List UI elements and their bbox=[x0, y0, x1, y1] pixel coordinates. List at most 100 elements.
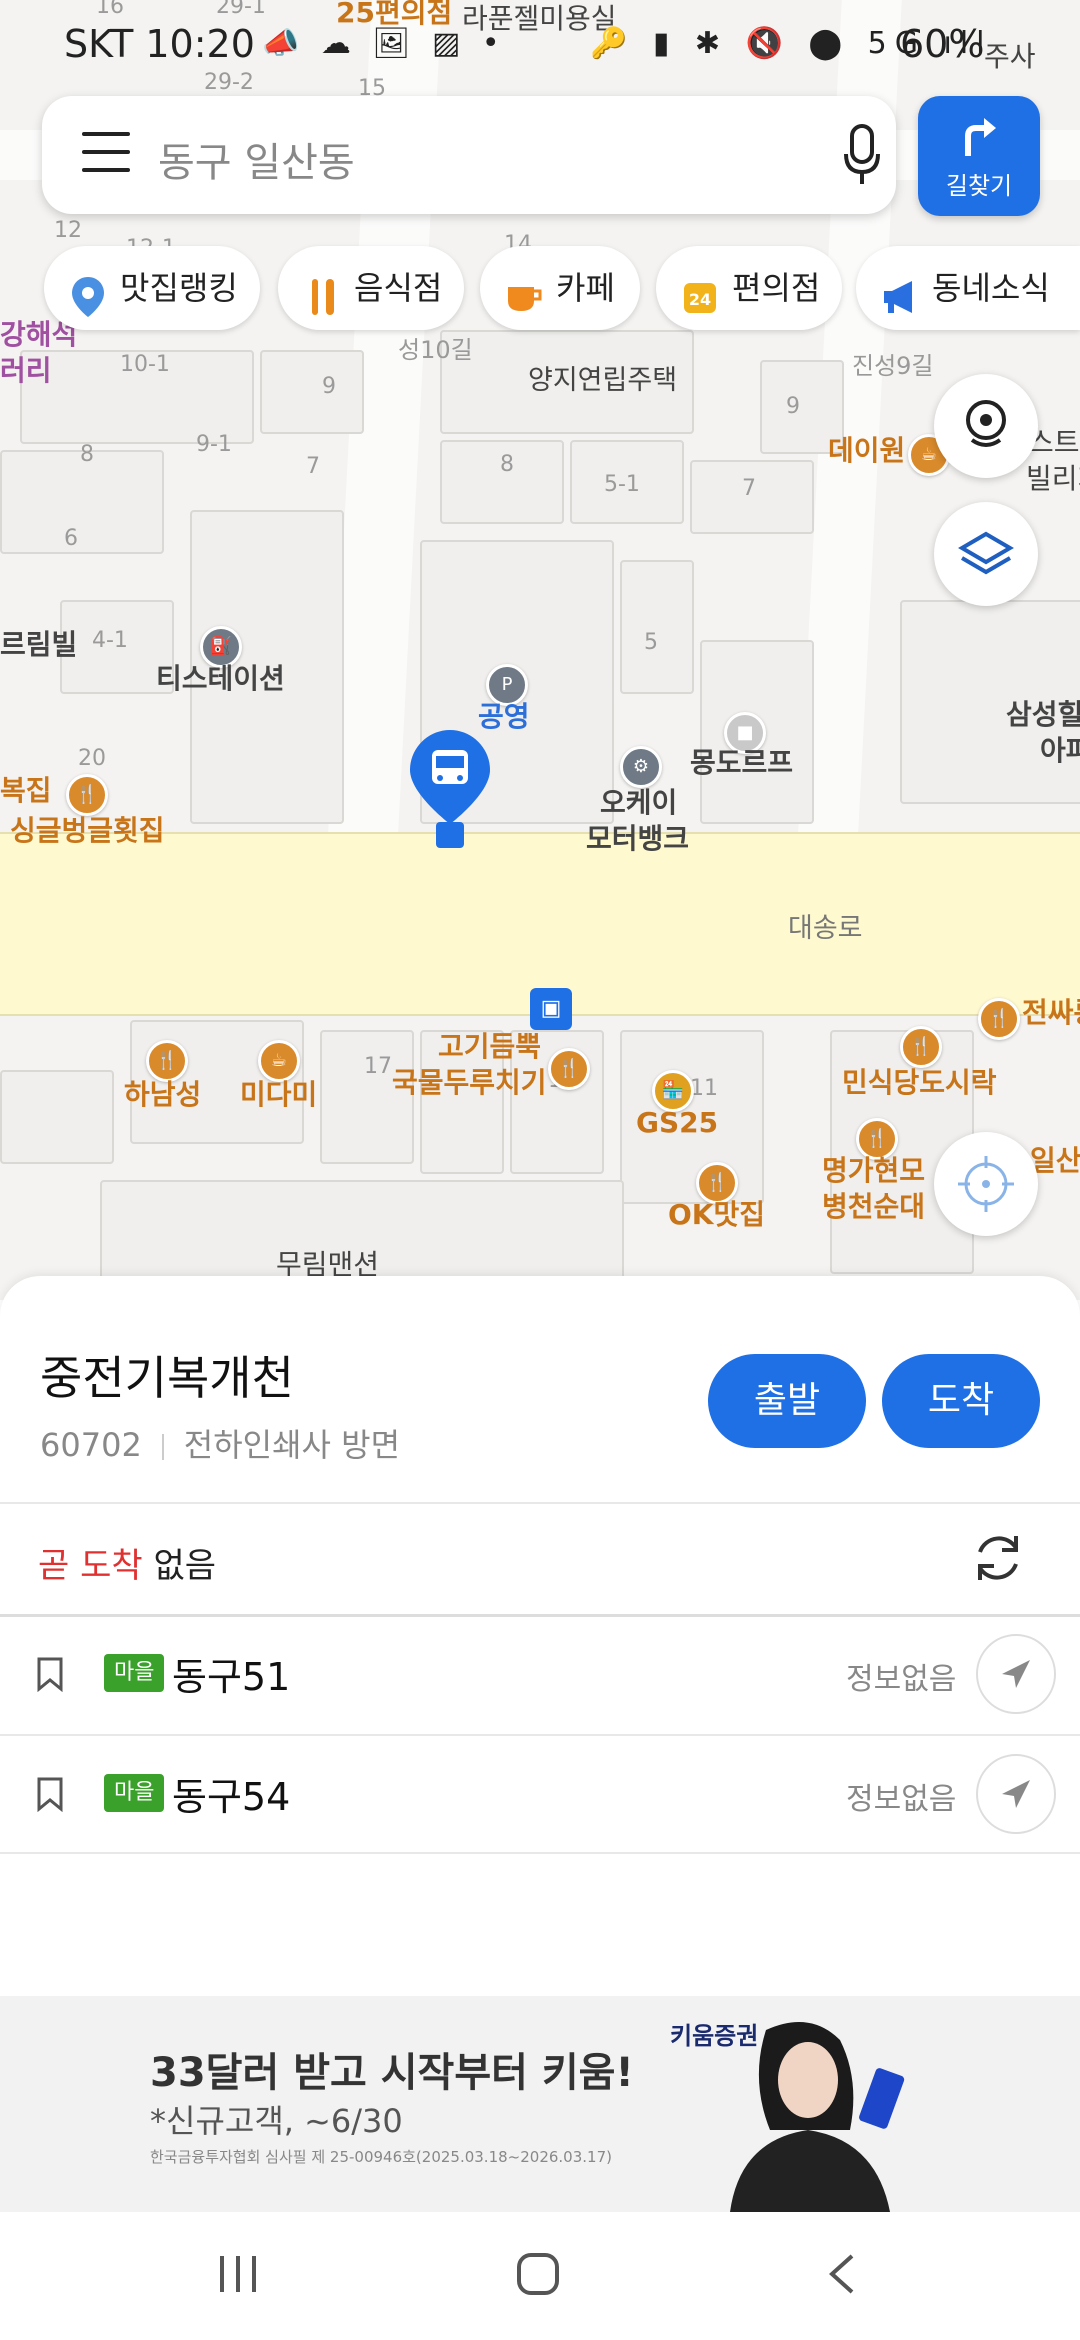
bookmark-icon[interactable] bbox=[36, 1776, 64, 1813]
arriving-soon-label: 곧 도착 bbox=[38, 1546, 143, 1586]
map-number: 7 bbox=[742, 476, 756, 501]
ad-banner[interactable]: 33달러 받고 시작부터 키움! *신규고객, ~6/30 한국금융투자협회 심… bbox=[0, 1996, 1080, 2212]
location-star-icon bbox=[68, 266, 108, 317]
ad-person-image bbox=[670, 2010, 930, 2212]
menu-icon[interactable] bbox=[82, 132, 130, 176]
svg-text:24: 24 bbox=[689, 290, 711, 309]
map-label-gs25: GS25 bbox=[636, 1106, 719, 1139]
route-name: 동구54 bbox=[172, 1775, 291, 1819]
megaphone-icon bbox=[880, 266, 920, 313]
chip-label: 맛집랭킹 bbox=[120, 269, 238, 307]
map-number: 12 bbox=[54, 218, 82, 243]
system-nav-bar bbox=[0, 2212, 1080, 2340]
selected-bus-stop-pin[interactable] bbox=[408, 728, 492, 848]
bus-stop-sheet: 중전기복개천 60702 전하인쇄사 방면 출발 도착 곧 도착 없음 마을 동구… bbox=[0, 1276, 1080, 1996]
map-label-midami: 미다미 bbox=[240, 1078, 318, 1111]
ad-fine-print: 한국금융투자협회 심사필 제 25-00946호(2025.03.18~2026… bbox=[150, 2148, 612, 2166]
map-number: 9 bbox=[322, 374, 336, 399]
chip-label: 동네소식 bbox=[932, 269, 1050, 307]
map-label-gogi: 고기듬뿍 bbox=[438, 1030, 542, 1063]
bookmark-icon[interactable] bbox=[36, 1656, 64, 1693]
current-location-button[interactable] bbox=[934, 1132, 1038, 1236]
stop-direction: 전하인쇄사 방면 bbox=[183, 1426, 401, 1464]
building bbox=[260, 350, 364, 434]
map-number: 6 bbox=[64, 526, 78, 551]
arrival-status-value: 없음 bbox=[153, 1546, 217, 1586]
road-label-jinseong: 진성9길 bbox=[852, 352, 934, 380]
recent-apps-icon[interactable] bbox=[216, 2254, 260, 2294]
chip-convenience-store[interactable]: 24 편의점 bbox=[656, 246, 842, 330]
route-row[interactable]: 마을 동구54 정보없음 bbox=[0, 1736, 1080, 1852]
search-bar[interactable]: 동구 일산동 bbox=[42, 96, 896, 214]
map-number: 20 bbox=[78, 746, 106, 771]
depart-button[interactable]: 출발 bbox=[708, 1354, 866, 1448]
cafe-icon: ☕ bbox=[258, 1040, 300, 1082]
search-input[interactable]: 동구 일산동 bbox=[158, 130, 355, 188]
map-number: 9 bbox=[786, 394, 800, 419]
chip-local-news[interactable]: 동네소식 bbox=[856, 246, 1080, 330]
map-number: 5-1 bbox=[604, 472, 640, 497]
arrive-button[interactable]: 도착 bbox=[882, 1354, 1040, 1448]
ad-headline: 33달러 받고 시작부터 키움! bbox=[150, 2050, 634, 2096]
home-icon[interactable] bbox=[516, 2252, 560, 2296]
map-number: 9-1 bbox=[196, 432, 232, 457]
map-number: 11 bbox=[690, 1076, 718, 1101]
status-bar: SKT 10:20 📣 ☁ 🖼 ▨ • 🔑 ▮ ✱ 🔇 ⬤ 5G ıll 60% bbox=[0, 0, 1080, 90]
map-number: 10-1 bbox=[120, 352, 170, 377]
divider bbox=[161, 1434, 164, 1460]
chip-label: 음식점 bbox=[354, 269, 443, 307]
navigate-icon[interactable] bbox=[976, 1754, 1056, 1834]
restaurant-icon: 🍴 bbox=[900, 1026, 942, 1068]
map-number: 7 bbox=[306, 454, 320, 479]
microphone-icon[interactable] bbox=[842, 124, 882, 188]
route-type-badge: 마을 bbox=[104, 1774, 165, 1812]
map-number: 8 bbox=[80, 442, 94, 467]
chip-restaurant[interactable]: 음식점 bbox=[278, 246, 464, 330]
map-label-bokjip: 복집 bbox=[0, 774, 52, 807]
map-number: 17 bbox=[364, 1054, 392, 1079]
directions-label: 길찾기 bbox=[945, 172, 1013, 200]
restaurant-icon bbox=[302, 266, 342, 315]
chip-cafe[interactable]: 카페 bbox=[480, 246, 640, 330]
map-label-dayone: 데이원 bbox=[828, 434, 906, 467]
route-row[interactable]: 마을 동구51 정보없음 bbox=[0, 1616, 1080, 1732]
navigate-icon[interactable] bbox=[976, 1634, 1056, 1714]
road-label-daesongro: 대송로 bbox=[788, 913, 863, 944]
directions-arrow-icon bbox=[965, 118, 996, 156]
building bbox=[620, 560, 694, 694]
chip-restaurant-ranking[interactable]: 맛집랭킹 bbox=[44, 246, 260, 330]
divider bbox=[0, 1502, 1080, 1504]
map-label-okay: 오케이 bbox=[600, 786, 678, 819]
stop-subtitle: 60702 전하인쇄사 방면 bbox=[40, 1420, 400, 1466]
map-label-samsung-apt: 아파 bbox=[1040, 734, 1080, 767]
map-label-myeongga: 명가현모 bbox=[822, 1154, 926, 1187]
back-icon[interactable] bbox=[822, 2252, 862, 2296]
route-type-badge: 마을 bbox=[104, 1654, 165, 1692]
map-number: 5 bbox=[644, 630, 658, 655]
map-label-byeongcheon: 병천순대 bbox=[822, 1190, 926, 1223]
route-name: 동구51 bbox=[172, 1655, 291, 1699]
refresh-icon[interactable] bbox=[966, 1526, 1030, 1590]
map-label-gallery: 러리 bbox=[0, 354, 52, 387]
chip-label: 카페 bbox=[556, 269, 615, 307]
restaurant-icon: 🍴 bbox=[146, 1040, 188, 1082]
layers-button[interactable] bbox=[934, 502, 1038, 606]
24h-icon: 24 bbox=[680, 266, 720, 313]
divider bbox=[0, 1852, 1080, 1854]
battery-level: 60% bbox=[900, 22, 985, 66]
map-label-tstation: 티스테이션 bbox=[156, 662, 285, 695]
restaurant-icon: 🍴 bbox=[66, 774, 108, 816]
map-label-samsung: 삼성힐 bbox=[1006, 698, 1080, 731]
map-number: 8 bbox=[500, 452, 514, 477]
arrival-status: 곧 도착 없음 bbox=[38, 1538, 216, 1587]
bus-stop-icon[interactable]: ▣ bbox=[530, 988, 572, 1030]
restaurant-icon: 🍴 bbox=[978, 998, 1020, 1040]
road-label-seong10: 성10길 bbox=[398, 336, 473, 364]
map-label-rim: 르림빌 bbox=[0, 628, 78, 661]
status-time: SKT 10:20 bbox=[64, 22, 255, 66]
street-view-button[interactable] bbox=[934, 374, 1038, 478]
map-label-mongdorf: 몽도르프 bbox=[690, 746, 794, 779]
directions-button[interactable]: 길찾기 bbox=[918, 96, 1040, 216]
building bbox=[0, 1070, 114, 1164]
map-label-jeonssa: 전싸롱 bbox=[1022, 996, 1080, 1029]
